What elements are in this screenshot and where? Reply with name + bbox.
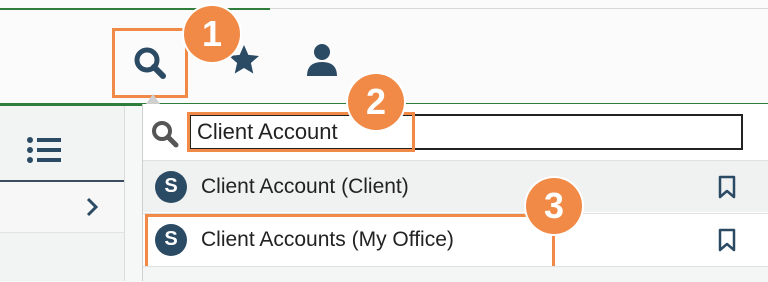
bookmark-button[interactable] [715, 174, 739, 200]
search-input[interactable] [189, 114, 743, 150]
search-row [143, 104, 768, 160]
chevron-right-icon [86, 197, 99, 217]
bookmark-icon [718, 175, 736, 198]
search-button[interactable] [112, 28, 188, 98]
result-type-badge: S [155, 170, 187, 203]
callout-3: 3 [526, 178, 582, 234]
user-profile-button[interactable] [300, 38, 344, 82]
callout-1: 1 [184, 6, 240, 62]
result-label: Client Accounts (My Office) [201, 227, 454, 251]
user-icon [307, 44, 337, 76]
result-label: Client Account (Client) [201, 174, 409, 198]
result-item-client-account[interactable]: S Client Account (Client) [143, 160, 768, 212]
search-dropdown: S Client Account (Client) S Client Accou… [142, 104, 768, 282]
callout-2: 2 [348, 74, 404, 130]
left-panel [0, 106, 125, 281]
result-item-client-accounts-my-office[interactable]: S Client Accounts (My Office) [143, 213, 768, 265]
header-accent-line [0, 8, 270, 10]
bookmark-button[interactable] [715, 227, 739, 253]
list-icon [27, 137, 61, 163]
search-field-icon-wrap [151, 120, 179, 148]
expand-chevron[interactable] [82, 196, 102, 218]
dropdown-caret [146, 94, 160, 104]
header-divider [270, 8, 768, 9]
magnifier-icon [152, 121, 179, 148]
search-icon [134, 47, 166, 79]
dropdown-bottom-strip [143, 266, 768, 282]
left-panel-expand-row[interactable] [0, 182, 124, 233]
menu-list-button[interactable] [22, 128, 66, 172]
bookmark-icon [718, 228, 736, 251]
result-type-badge: S [155, 223, 187, 256]
